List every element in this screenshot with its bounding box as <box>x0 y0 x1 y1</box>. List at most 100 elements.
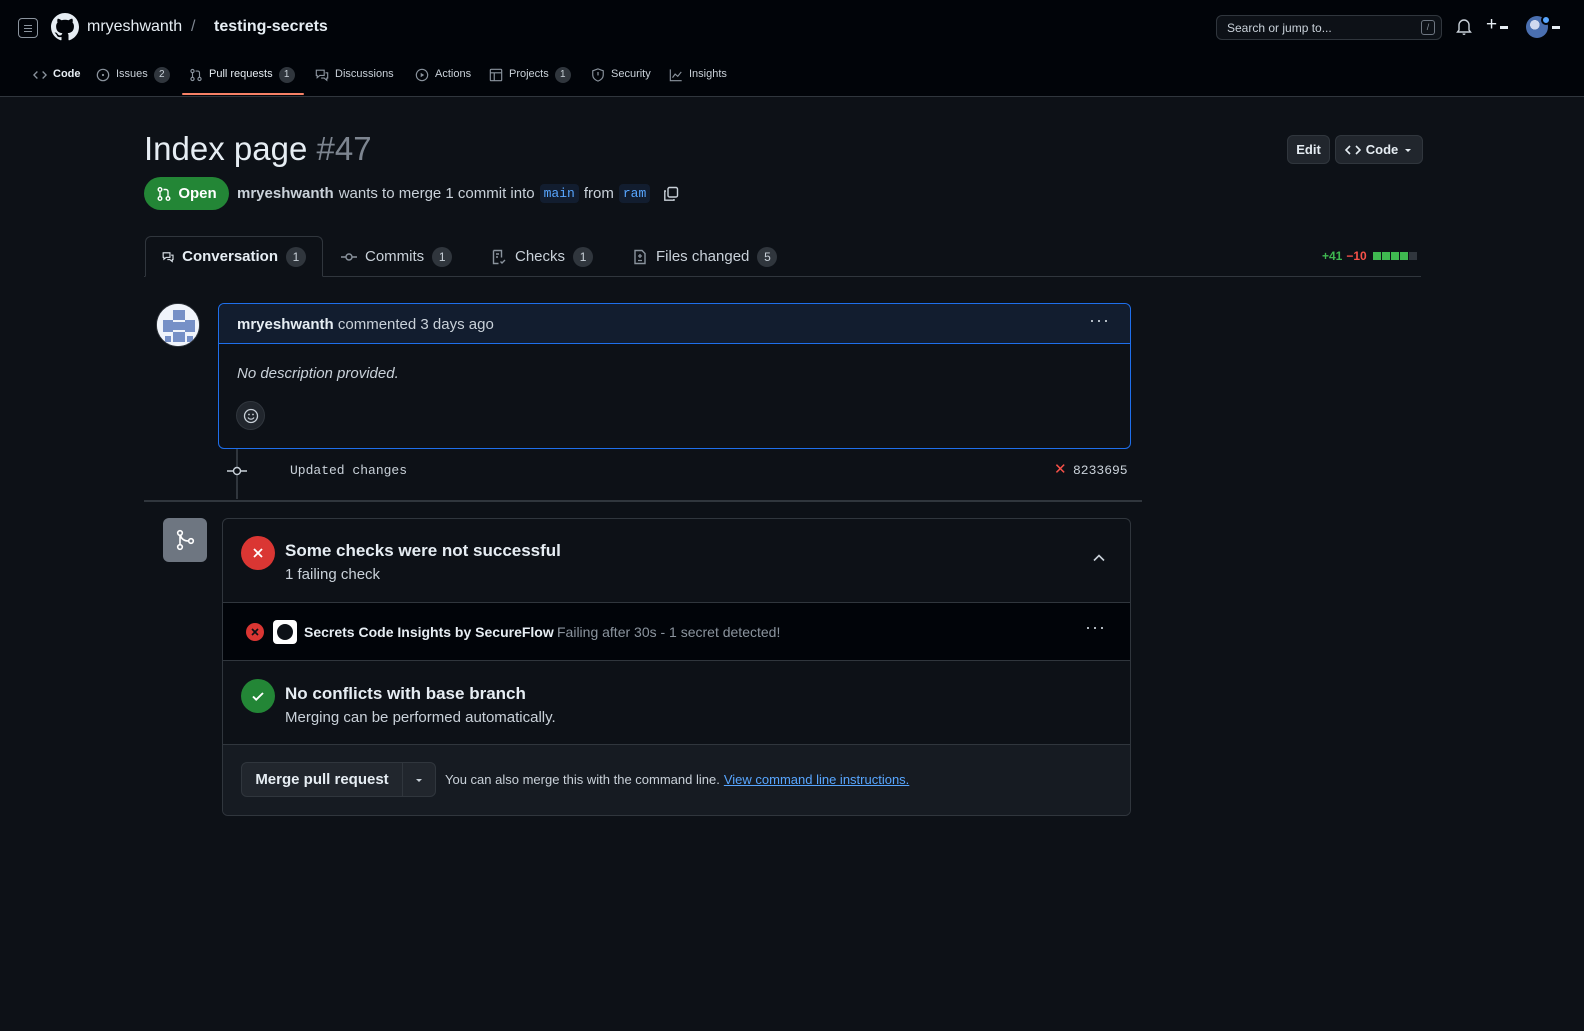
add-reaction-button[interactable] <box>236 401 265 430</box>
tab-files-changed[interactable]: Files changed 5 <box>616 236 793 277</box>
nav-tab-count: 2 <box>153 67 170 83</box>
repo-owner-link[interactable]: mryeshwanth <box>87 18 182 36</box>
tab-label: Conversation <box>182 248 278 265</box>
discussions-icon <box>315 69 329 82</box>
file-diff-icon <box>634 249 646 264</box>
tab-label: Commits <box>365 248 425 265</box>
diffstat-additions: +41 <box>1322 249 1343 263</box>
code-button-label: Code <box>1365 142 1399 157</box>
edit-button-label: Edit <box>1296 142 1321 157</box>
git-merge-icon <box>163 518 207 562</box>
pr-state-label: Open <box>178 185 217 202</box>
nav-tab-projects[interactable]: Projects 1 <box>489 62 571 97</box>
tab-label: Files changed <box>656 248 750 265</box>
nav-tab-actions[interactable]: Actions <box>415 62 471 97</box>
tab-count: 1 <box>286 246 306 267</box>
edit-button[interactable]: Edit <box>1287 135 1330 164</box>
comment-box: mryeshwanth commented 3 days ago ··· No … <box>218 303 1131 449</box>
conflicts-subtitle: Merging can be performed automatically. <box>285 709 556 726</box>
checks-title: Some checks were not successful <box>285 541 561 560</box>
nav-tab-count: 1 <box>554 67 571 83</box>
comment-timestamp[interactable]: commented 3 days ago <box>338 316 494 333</box>
nav-tab-security[interactable]: Security <box>591 62 651 97</box>
commit-status-fail-icon[interactable]: ✕ <box>1054 460 1067 478</box>
diffstat-block <box>1399 252 1408 260</box>
nav-tab-label: Issues <box>116 68 148 80</box>
comment-icon <box>162 251 174 263</box>
nav-tab-code[interactable]: Code <box>33 62 81 97</box>
tab-commits[interactable]: Commits 1 <box>325 236 468 277</box>
tab-conversation[interactable]: Conversation 1 <box>145 236 323 277</box>
diffstat-deletions: −10 <box>1346 249 1367 263</box>
conflicts-title: No conflicts with base branch <box>285 684 526 703</box>
diffstat-block <box>1372 252 1381 260</box>
smiley-icon <box>243 408 258 423</box>
copy-icon[interactable] <box>663 186 679 202</box>
tab-count: 5 <box>757 246 778 267</box>
success-badge <box>241 679 275 713</box>
nav-tab-discussions[interactable]: Discussions <box>315 62 394 97</box>
commit-message-link[interactable]: Updated changes <box>290 463 407 478</box>
comment-menu-button[interactable]: ··· <box>1089 310 1110 331</box>
repo-nav: Code Issues 2 Pull requests 1 Discussion… <box>0 62 1584 97</box>
nav-tab-label: Code <box>53 68 81 80</box>
code-dropdown-button[interactable]: Code <box>1335 135 1423 164</box>
code-icon <box>33 71 47 79</box>
commit-icon <box>341 252 357 261</box>
bell-icon[interactable] <box>1456 18 1472 36</box>
pr-title-text: Index page <box>144 130 308 167</box>
check-item-row[interactable]: Secrets Code Insights by SecureFlow Fail… <box>223 603 1130 661</box>
nav-tab-label: Pull requests <box>209 68 273 80</box>
shield-icon <box>592 68 604 82</box>
nav-tab-pull-requests[interactable]: Pull requests 1 <box>189 62 295 97</box>
check-menu-button[interactable]: ··· <box>1085 617 1106 638</box>
nav-tab-label: Projects <box>509 68 549 80</box>
checks-summary[interactable]: Some checks were not successful 1 failin… <box>223 519 1130 603</box>
command-line-instructions-link[interactable]: View command line instructions. <box>724 772 909 787</box>
pr-author-link[interactable]: mryeshwanth <box>237 185 334 202</box>
user-menu-caret-icon[interactable] <box>1552 26 1560 29</box>
comment-byline: mryeshwanth commented 3 days ago <box>237 316 494 333</box>
comment-body: No description provided. <box>237 365 399 382</box>
tab-checks[interactable]: Checks 1 <box>475 236 609 277</box>
repo-name-link[interactable]: testing-secrets <box>214 18 328 36</box>
header-top-bar: mryeshwanth / testing-secrets Search or … <box>0 0 1584 56</box>
path-separator: / <box>191 18 196 35</box>
commit-sha-link[interactable]: 8233695 <box>1073 463 1128 478</box>
nav-tab-count: 1 <box>278 67 295 83</box>
head-branch-link[interactable]: ram <box>618 184 651 203</box>
graph-icon <box>669 69 682 82</box>
app-header: mryeshwanth / testing-secrets Search or … <box>0 0 1584 97</box>
create-new-button[interactable]: + <box>1486 14 1497 36</box>
secureflow-app-icon <box>273 620 297 644</box>
table-icon <box>489 68 503 82</box>
nav-tab-label: Security <box>611 68 651 80</box>
nav-tab-issues[interactable]: Issues 2 <box>96 62 170 97</box>
chevron-up-icon[interactable] <box>1092 551 1106 565</box>
pr-meta-line: mryeshwanth wants to merge 1 commit into… <box>237 184 679 203</box>
comment-author-avatar[interactable] <box>156 303 200 347</box>
merge-method-dropdown[interactable] <box>403 763 435 796</box>
checklist-icon <box>492 249 506 264</box>
diffstat[interactable]: +41 −10 <box>1322 249 1417 263</box>
comment-header: mryeshwanth commented 3 days ago ··· <box>219 304 1130 344</box>
nav-tab-insights[interactable]: Insights <box>669 62 727 97</box>
diffstat-block <box>1390 252 1399 260</box>
x-icon <box>253 548 263 558</box>
search-input[interactable]: Search or jump to... / <box>1216 15 1442 40</box>
chevron-down-icon <box>416 778 422 782</box>
menu-icon[interactable] <box>18 18 38 38</box>
identicon-avatar-icon <box>157 304 199 346</box>
merge-note: You can also merge this with the command… <box>445 772 909 787</box>
github-logo-icon[interactable] <box>51 13 79 41</box>
merge-pull-request-button[interactable]: Merge pull request <box>242 763 403 796</box>
check-description: Failing after 30s - 1 secret detected! <box>557 624 781 640</box>
comment-author-link[interactable]: mryeshwanth <box>237 316 334 333</box>
base-branch-link[interactable]: main <box>539 184 579 203</box>
tab-label: Checks <box>515 248 566 265</box>
play-icon <box>415 68 429 82</box>
checks-subtitle: 1 failing check <box>285 566 381 583</box>
pr-number: #47 <box>316 130 372 167</box>
tab-count: 1 <box>573 246 594 267</box>
create-new-caret-icon[interactable] <box>1500 26 1508 29</box>
